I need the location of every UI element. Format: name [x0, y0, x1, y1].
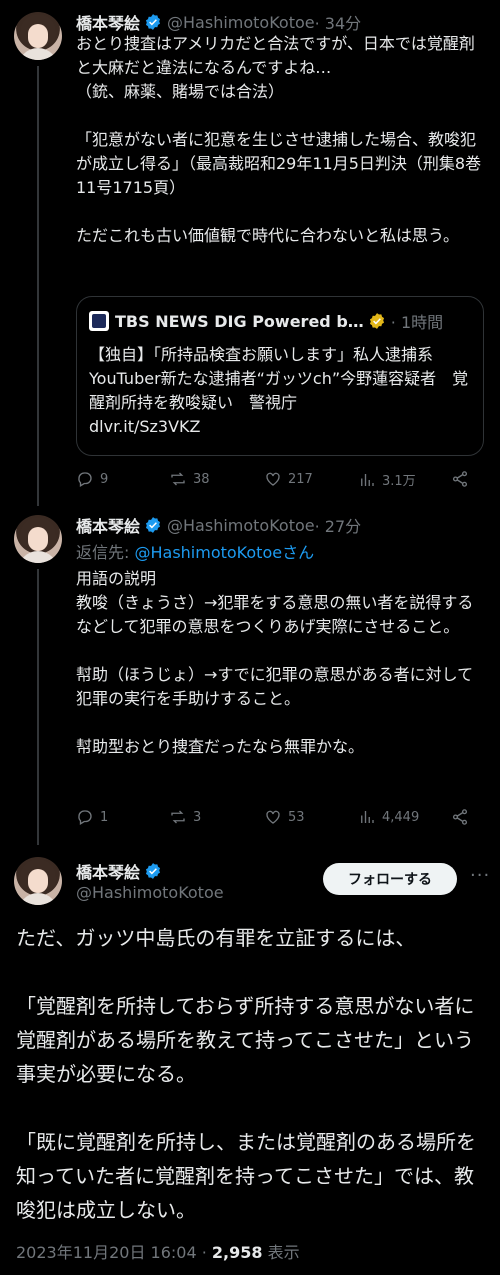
avatar[interactable]: [14, 12, 62, 60]
repost-icon: [171, 472, 185, 486]
main-tweet-text: ただ、ガッツ中島氏の有罪を立証するには、 「覚醒剤を所持しておらず所持する意思が…: [16, 926, 476, 1222]
like-count: 53: [288, 809, 305, 825]
follow-button[interactable]: フォローする: [323, 863, 457, 895]
tweet-header: 橋本琴絵 @HashimotoKotoe · 27分: [76, 513, 361, 537]
avatar-body: [18, 893, 58, 905]
reply-prefix: 返信先:: [76, 543, 135, 562]
avatar-face: [28, 869, 48, 893]
like-count: 217: [288, 471, 313, 487]
handle[interactable]: @HashimotoKotoe: [167, 13, 315, 32]
link-card[interactable]: TBS NEWS DIG Powered b… · 1時間 【独自】「所持品検査…: [76, 296, 484, 456]
tweet-meta: 2023年11月20日 16:04 · 2,958 表示: [16, 1239, 300, 1263]
reply-to-link[interactable]: @HashimotoKotoeさん: [134, 543, 314, 562]
view-count: 3.1万: [382, 474, 416, 489]
like-button[interactable]: 217: [264, 470, 313, 488]
views-chart-icon: [361, 473, 374, 486]
post-date[interactable]: 2023年11月20日 16:04 ·: [16, 1243, 212, 1262]
tweet-1[interactable]: 橋本琴絵 @HashimotoKotoe · 34分 おとり捜査はアメリカだと合…: [0, 0, 500, 506]
share-icon: [452, 471, 468, 487]
display-name[interactable]: 橋本琴絵: [76, 513, 140, 537]
avatar-face: [28, 527, 48, 551]
tweet-2[interactable]: 橋本琴絵 @HashimotoKotoe · 27分 返信先: @Hashimo…: [0, 505, 500, 845]
card-time: · 1時間: [390, 313, 444, 332]
avatar-face: [28, 24, 48, 48]
timestamp[interactable]: · 27分: [315, 513, 362, 537]
verified-icon: [145, 517, 161, 533]
tweet-header: 橋本琴絵 @HashimotoKotoe · 34分: [76, 10, 361, 34]
like-button[interactable]: 53: [264, 808, 305, 826]
share-button[interactable]: [451, 470, 469, 488]
main-tweet: 橋本琴絵 @HashimotoKotoe フォローする ··· ただ、ガッツ中島…: [0, 845, 500, 1275]
action-bar: 9 38 217 3.1万: [76, 470, 476, 494]
share-icon: [452, 809, 468, 825]
avatar-body: [18, 551, 58, 563]
view-count: 4,449: [382, 809, 420, 825]
views-button[interactable]: 3.1万: [358, 470, 416, 489]
display-name[interactable]: 橋本琴絵: [76, 10, 140, 34]
views-label: 表示: [262, 1243, 300, 1262]
reply-count: 9: [100, 471, 109, 487]
handle[interactable]: @HashimotoKotoe: [76, 883, 224, 902]
card-text: 【独自】「所持品検査お願いします」私人逮捕系YouTuber新たな逮捕者“ガッツ…: [89, 345, 469, 436]
repost-icon: [171, 810, 185, 824]
card-source: TBS NEWS DIG Powered b…: [115, 311, 364, 331]
verified-gold-icon: [369, 313, 384, 329]
avatar[interactable]: [14, 857, 62, 905]
display-name[interactable]: 橋本琴絵: [76, 859, 140, 883]
reply-button[interactable]: 1: [76, 808, 108, 826]
repost-count: 38: [193, 471, 210, 487]
views-button[interactable]: 4,449: [358, 808, 419, 826]
more-icon[interactable]: ···: [470, 865, 490, 886]
tweet-text: 用語の説明 教唆（きょうさ）→犯罪をする意思の無い者を説得するなどして犯罪の意思…: [76, 569, 474, 756]
handle[interactable]: @HashimotoKotoe: [167, 516, 315, 535]
thread-line: [37, 66, 39, 506]
reply-button[interactable]: 9: [76, 470, 108, 488]
tbs-logo-icon: [89, 311, 109, 331]
avatar[interactable]: [14, 515, 62, 563]
repost-button[interactable]: 38: [169, 470, 210, 488]
repost-button[interactable]: 3: [169, 808, 201, 826]
reply-icon: [78, 472, 92, 487]
views-count: 2,958: [211, 1243, 263, 1262]
repost-count: 3: [193, 809, 202, 825]
heart-icon: [266, 472, 280, 486]
thread-line: [37, 569, 39, 845]
verified-icon: [145, 14, 161, 30]
avatar-body: [18, 48, 58, 60]
tweet-text: おとり捜査はアメリカだと合法ですが、日本では覚醒剤と大麻だと違法になるんですよね…: [76, 34, 482, 245]
main-display-name-row: 橋本琴絵: [76, 859, 167, 883]
reply-icon: [78, 810, 92, 825]
verified-icon: [145, 863, 161, 879]
timestamp[interactable]: · 34分: [315, 10, 362, 34]
views-chart-icon: [361, 811, 374, 823]
action-bar: 1 3 53 4,449: [76, 808, 476, 832]
card-header: TBS NEWS DIG Powered b… · 1時間: [89, 309, 443, 333]
share-button[interactable]: [451, 808, 469, 826]
heart-icon: [266, 810, 280, 824]
reply-to: 返信先: @HashimotoKotoeさん: [76, 539, 314, 563]
reply-count: 1: [100, 809, 109, 825]
